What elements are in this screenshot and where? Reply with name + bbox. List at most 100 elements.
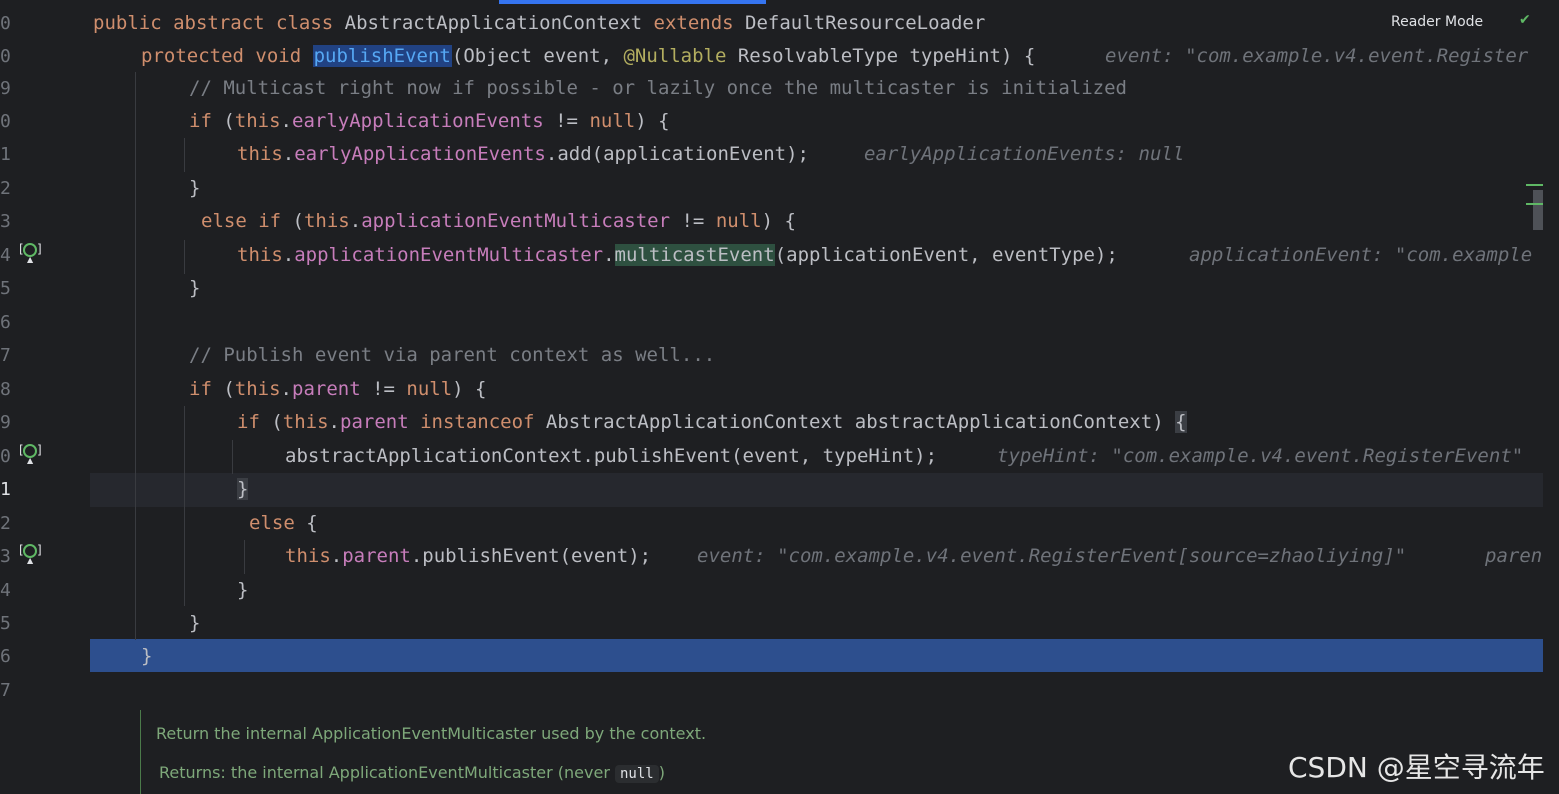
token: this	[303, 210, 350, 232]
code-line[interactable]: else {	[249, 507, 318, 540]
token: (	[292, 210, 304, 232]
token: .publishEvent(event);	[410, 545, 652, 567]
token: publishEvent	[312, 45, 452, 67]
line-number: 3	[0, 546, 11, 567]
breakpoint-icon[interactable]: [] ▲	[19, 443, 42, 465]
code-line[interactable]: if (this.parent != null) {	[189, 373, 487, 406]
token: .	[280, 110, 292, 132]
change-marker	[1526, 184, 1543, 186]
code-line[interactable]: }	[141, 640, 152, 673]
line-number: 4	[0, 245, 11, 266]
line-number: 7	[0, 680, 11, 701]
code-line[interactable]: if (this.parent instanceof AbstractAppli…	[237, 406, 1187, 439]
token: @Nullable	[623, 45, 727, 67]
token: else if	[201, 210, 293, 232]
inline-debug-hint: event: "com.example.v4.event.RegisterEve…	[697, 545, 1407, 567]
code-line[interactable]: this.earlyApplicationEvents.add(applicat…	[237, 138, 809, 171]
line-number: 9	[0, 78, 11, 99]
token: .	[280, 378, 292, 400]
code-line[interactable]: this.applicationEventMulticaster.multica…	[237, 239, 1118, 272]
line-number: 4	[0, 580, 11, 601]
inline-debug-hint: event: "com.example.v4.event.Register	[1105, 45, 1529, 67]
code-line[interactable]: this.parent.publishEvent(event);	[285, 540, 651, 573]
token: null	[715, 210, 762, 232]
caret-line-highlight	[90, 473, 1543, 507]
code-line[interactable]: else if (this.applicationEventMulticaste…	[201, 205, 796, 238]
token: protected void	[141, 45, 313, 67]
inspection-ok-icon[interactable]: ✔	[1519, 12, 1531, 28]
code-line[interactable]: abstractApplicationContext.publishEvent(…	[285, 440, 937, 473]
code-editor[interactable]: Reader Mode ✔ 0 0 9 0 1 2 3 4 5 6 7 8 9 …	[0, 0, 1559, 794]
token: if	[189, 110, 224, 132]
token: .	[349, 210, 362, 232]
breakpoint-icon[interactable]: [] ▲	[19, 242, 42, 264]
line-number-current: 1	[0, 479, 11, 500]
token: (	[271, 411, 283, 433]
line-number: 5	[0, 278, 11, 299]
token: ) {	[452, 378, 487, 400]
token: (Object event,	[451, 45, 624, 67]
indent-guide	[244, 540, 245, 574]
token: .	[330, 545, 343, 567]
token: AbstractApplicationContext	[344, 12, 654, 34]
code-line[interactable]: protected void publishEvent(Object event…	[141, 40, 1035, 73]
code-comment[interactable]: // Multicast right now if possible - or …	[189, 72, 1127, 105]
rendered-javadoc[interactable]: Return the internal ApplicationEventMult…	[140, 710, 1240, 794]
line-number: 8	[0, 379, 11, 400]
code-line[interactable]: }	[189, 172, 200, 205]
line-number: 5	[0, 613, 11, 634]
token: ResolvableType typeHint) {	[726, 45, 1036, 67]
selected-line-highlight	[90, 639, 1543, 672]
token: {	[306, 512, 318, 534]
code-line[interactable]: }	[189, 607, 200, 640]
token: .	[328, 411, 340, 433]
breakpoint-icon[interactable]: [] ▲	[19, 543, 42, 565]
inline-debug-hint: typeHint: "com.example.v4.event.Register…	[997, 445, 1524, 467]
token: this	[237, 143, 283, 165]
matched-brace: {	[1175, 411, 1187, 433]
line-number: 0	[0, 446, 11, 467]
token: .	[282, 244, 295, 266]
token: parent	[340, 411, 409, 433]
line-number: 6	[0, 646, 11, 667]
token: extends	[653, 12, 746, 34]
line-number: 3	[0, 211, 11, 232]
token: ) {	[761, 210, 796, 232]
line-number: 6	[0, 312, 11, 333]
token: null	[406, 378, 453, 400]
token: .add(applicationEvent);	[545, 143, 809, 165]
code-line[interactable]: public abstract class AbstractApplicatio…	[93, 7, 985, 40]
token: !=	[543, 110, 590, 132]
code-line[interactable]: if (this.earlyApplicationEvents != null)…	[189, 105, 670, 138]
line-number: 0	[0, 13, 11, 34]
token: (	[223, 110, 235, 132]
change-marker	[1526, 203, 1543, 205]
token: applicationEventMulticaster	[361, 210, 671, 232]
line-number: 2	[0, 513, 11, 534]
returns-code: null	[615, 765, 659, 783]
scrollbar-thumb[interactable]	[1533, 190, 1543, 230]
code-line[interactable]: }	[189, 272, 200, 305]
token: !=	[360, 378, 407, 400]
matched-brace: }	[237, 478, 249, 500]
line-number: 1	[0, 144, 11, 165]
token: applicationEventMulticaster	[294, 244, 604, 266]
token: else	[249, 512, 307, 534]
indent-guide	[184, 240, 185, 274]
token: ) {	[635, 110, 670, 132]
code-line[interactable]: }	[237, 574, 248, 607]
line-number: 0	[0, 46, 11, 67]
javadoc-description: Return the internal ApplicationEventMult…	[156, 724, 707, 743]
token: .	[603, 244, 615, 266]
token: parent	[292, 378, 361, 400]
line-number: 9	[0, 412, 11, 433]
token: this	[234, 110, 281, 132]
returns-close: )	[658, 763, 665, 782]
line-number: 0	[0, 111, 11, 132]
code-line[interactable]: }	[237, 473, 249, 506]
token: !=	[670, 210, 716, 232]
code-comment[interactable]: // Publish event via parent context as w…	[189, 339, 715, 372]
token: instanceof	[420, 411, 535, 433]
reader-mode-toggle[interactable]: Reader Mode	[1391, 14, 1483, 30]
